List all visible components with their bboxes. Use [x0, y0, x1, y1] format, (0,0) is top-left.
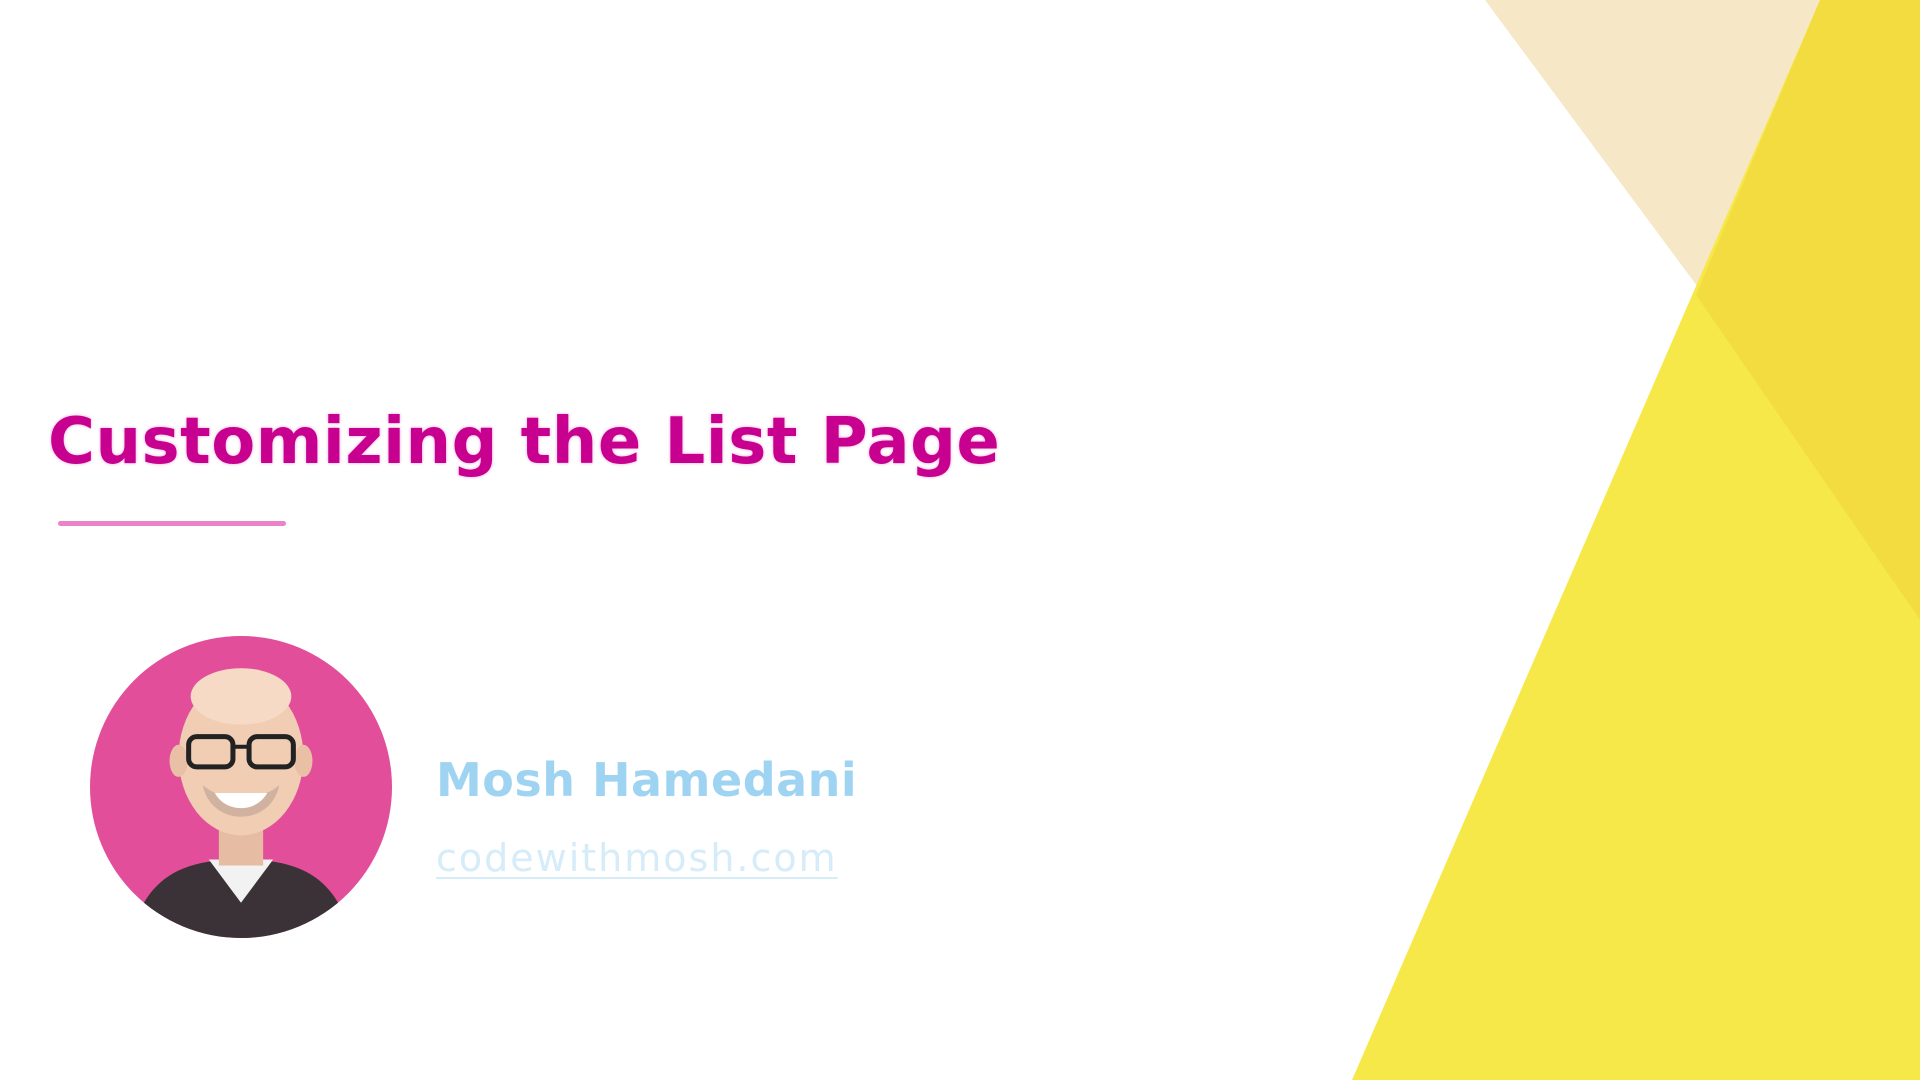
- slide-title: Customizing the List Page: [48, 405, 1001, 479]
- presenter-photo-icon: [90, 636, 392, 938]
- title-underline: [58, 521, 286, 526]
- author-website-link[interactable]: codewithmosh.com: [436, 836, 838, 880]
- title-slide: Customizing the List Page Mosh Hamedani …: [0, 0, 1920, 1080]
- author-name: Mosh Hamedani: [436, 753, 858, 807]
- presenter-avatar: [90, 636, 392, 938]
